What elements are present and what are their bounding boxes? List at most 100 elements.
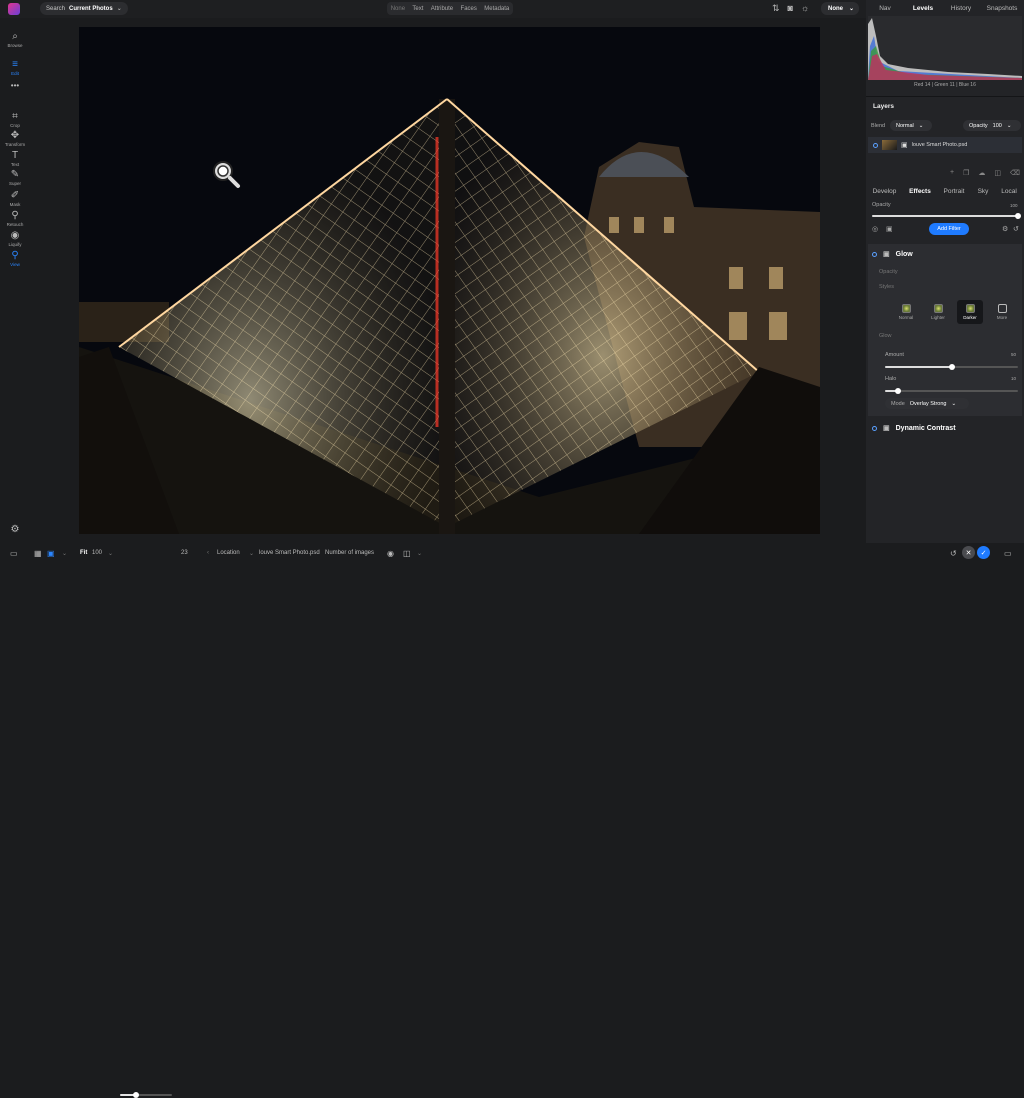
tab-nav[interactable]: Nav	[866, 0, 904, 16]
tool-edit[interactable]: ≡ Edit	[0, 60, 30, 77]
compare-icon[interactable]: ◫	[403, 543, 411, 563]
chevron-left-icon[interactable]: ‹	[207, 543, 209, 563]
blend-dropdown[interactable]: Normal ⌄	[890, 120, 932, 131]
chevron-down-icon[interactable]: ⌄	[108, 543, 113, 563]
add-filter-button[interactable]: Add Filter	[929, 223, 969, 235]
style-lighter[interactable]: Lighter	[925, 300, 951, 324]
effects-opacity-slider[interactable]	[872, 213, 1021, 219]
sort-value: None	[828, 5, 843, 12]
sort-dropdown[interactable]: None ⌄	[821, 2, 859, 15]
zoom-slider[interactable]	[120, 1092, 172, 1098]
effects-opacity-knob[interactable]	[1015, 213, 1021, 219]
filter-visibility-icon[interactable]	[872, 251, 877, 257]
eye-icon[interactable]: ◉	[387, 543, 394, 563]
edit-tabs: Develop Effects Portrait Sky Local	[866, 185, 1024, 197]
browse-icon: ⌕	[12, 31, 18, 42]
chevron-down-icon[interactable]: ⌄	[417, 543, 422, 563]
style-label: More	[996, 315, 1008, 320]
location-label[interactable]: Location	[217, 543, 240, 563]
style-swatch	[933, 304, 943, 313]
more-icon[interactable]: •••	[0, 81, 30, 92]
preset-icon[interactable]: ◎	[872, 225, 878, 233]
mode-dropdown[interactable]: Mode Overlay Strong ⌄	[885, 398, 969, 409]
gear-icon[interactable]: ⚙	[1002, 225, 1008, 233]
amount-slider-knob[interactable]	[948, 364, 955, 370]
segment-text[interactable]: Text	[412, 6, 423, 12]
tab-levels[interactable]: Levels	[904, 0, 942, 16]
halo-value: 10	[1011, 376, 1017, 381]
zoom-slider-value: 23	[181, 550, 188, 556]
mask-icon[interactable]: ▣	[901, 141, 908, 149]
tab-history[interactable]: History	[942, 0, 980, 16]
photo-canvas[interactable]	[79, 27, 820, 534]
zoom-slider-knob[interactable]	[132, 1092, 139, 1098]
style-swatch	[965, 304, 975, 313]
panel-toggle-icon[interactable]: ▭	[10, 543, 18, 563]
tab-effects[interactable]: Effects	[903, 185, 937, 197]
segment-metadata[interactable]: Metadata	[484, 6, 509, 12]
glow-filter-header[interactable]: ▣ Glow	[868, 250, 913, 258]
style-darker[interactable]: Darker	[957, 300, 983, 324]
dynamic-contrast-header[interactable]: ▣ Dynamic Contrast	[868, 424, 956, 432]
top-icons: ⇅ ◙ ☼	[772, 3, 809, 14]
camera-icon[interactable]: ◙	[788, 3, 793, 14]
tab-local[interactable]: Local	[995, 185, 1023, 197]
style-normal[interactable]: Normal	[893, 300, 919, 324]
tool-label: Retouch	[6, 222, 24, 227]
brightness-icon[interactable]: ☼	[801, 3, 809, 14]
tool-view[interactable]: ⚲ View	[0, 251, 30, 268]
tool-label: Crop	[10, 123, 20, 128]
tab-portrait[interactable]: Portrait	[937, 185, 971, 197]
panel-right-toggle-icon[interactable]: ▭	[1004, 543, 1012, 563]
bottom-bar: ▭ ▦ ▣ ⌄ Fit 100 ⌄ 23 ‹ Location ⌄ louve …	[0, 543, 1024, 1098]
apply-icon[interactable]: ✓	[977, 546, 990, 559]
fit-label[interactable]: Fit	[80, 543, 87, 563]
amount-slider[interactable]	[885, 364, 1018, 370]
tool-retouch[interactable]: ⚲ Retouch	[0, 210, 30, 228]
number-of-images-label[interactable]: Number of images	[325, 543, 374, 563]
app-logo-icon[interactable]	[8, 3, 20, 15]
tool-transform[interactable]: ✥ Transform	[0, 131, 30, 148]
delete-layer-icon[interactable]: ⌫	[1010, 169, 1020, 177]
tab-develop[interactable]: Develop	[866, 185, 903, 197]
segment-none[interactable]: None	[391, 6, 405, 12]
search-scope-dropdown[interactable]: Search Current Photos ⌄	[40, 2, 128, 15]
reset-icon[interactable]: ↺	[1013, 225, 1019, 233]
tool-mask[interactable]: ✐ Mask	[0, 191, 30, 208]
merge-layer-icon[interactable]: ◫	[994, 169, 1001, 177]
mask-icon[interactable]: ▣	[883, 250, 890, 258]
tab-snapshots[interactable]: Snapshots	[980, 0, 1024, 16]
tool-browse[interactable]: ⌕ Browse	[0, 31, 30, 49]
halo-slider[interactable]	[885, 388, 1018, 394]
duplicate-layer-icon[interactable]: ❐	[963, 169, 969, 177]
retouch-icon: ⚲	[11, 210, 19, 221]
chevron-down-icon[interactable]: ⌄	[249, 543, 254, 563]
adjustment-layer-icon[interactable]: ☁	[978, 169, 985, 177]
chevron-down-icon: ⌄	[849, 6, 855, 12]
single-view-icon[interactable]: ▣	[47, 543, 55, 563]
settings-icon[interactable]: ⚙	[0, 525, 30, 536]
opacity-dropdown[interactable]: Opacity 100 ⌄	[963, 120, 1021, 131]
sort-icon[interactable]: ⇅	[772, 3, 780, 14]
layer-row[interactable]: ▣ louve Smart Photo.psd	[868, 137, 1022, 153]
style-more[interactable]: More	[989, 300, 1015, 324]
mask-icon[interactable]: ▣	[886, 225, 893, 233]
tool-text[interactable]: T Text	[0, 151, 30, 168]
effects-opacity-value: 100	[1010, 203, 1018, 208]
reset-icon[interactable]: ↺	[950, 543, 957, 563]
tool-liquify[interactable]: ◉ Liquify	[0, 231, 30, 248]
add-layer-icon[interactable]: +	[950, 169, 954, 177]
grid-view-icon[interactable]: ▦	[34, 543, 42, 563]
segment-attribute[interactable]: Attribute	[431, 6, 453, 12]
mode-label: Mode	[891, 400, 905, 407]
tool-super[interactable]: ✎ Super	[0, 170, 30, 187]
mask-icon[interactable]: ▣	[883, 424, 890, 432]
tool-crop[interactable]: ⌗ Crop	[0, 112, 30, 129]
tab-sky[interactable]: Sky	[971, 185, 995, 197]
zoom-value[interactable]: 100	[92, 543, 102, 563]
filter-visibility-icon[interactable]	[872, 425, 877, 431]
layer-visibility-icon[interactable]	[873, 142, 878, 148]
chevron-down-icon[interactable]: ⌄	[62, 543, 67, 563]
cancel-icon[interactable]: ✕	[962, 546, 975, 559]
segment-faces[interactable]: Faces	[461, 6, 477, 12]
